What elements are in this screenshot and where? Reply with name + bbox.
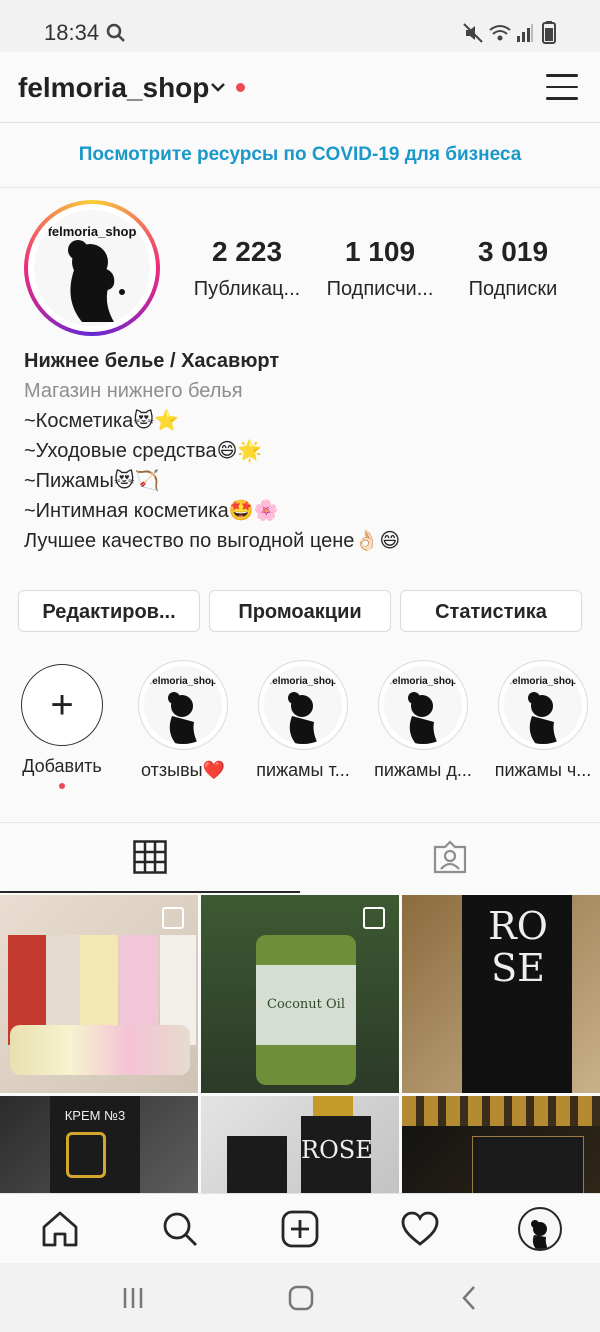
status-bar: 18:34 — [0, 0, 600, 52]
multi-post-icon — [162, 907, 184, 929]
highlight-add[interactable]: + Добавить — [7, 660, 117, 789]
bio-line: ~Косметика😻⭐ — [24, 410, 180, 432]
highlight-item[interactable]: felmoria_shop пижамы ч... — [488, 660, 598, 781]
promotions-button[interactable]: Промоакции — [209, 590, 391, 632]
post-thumbnail[interactable]: ROSE — [201, 1096, 399, 1193]
recent-apps-icon[interactable] — [120, 1285, 146, 1311]
profile-category: Магазин нижнего белья — [24, 380, 243, 402]
home-button-icon[interactable] — [287, 1284, 315, 1312]
bio-line: Лучшее качество по выгодной цене👌🏻😄 — [24, 530, 401, 552]
woman-silhouette-icon — [528, 692, 558, 744]
woman-silhouette-icon — [168, 692, 198, 744]
mute-icon — [463, 23, 483, 43]
woman-silhouette-icon — [288, 692, 318, 744]
menu-button[interactable] — [546, 74, 578, 102]
tab-posts-grid[interactable] — [0, 823, 300, 893]
highlight-item[interactable]: felmoria_shop пижамы т... — [248, 660, 358, 781]
post-caption: ROSE — [301, 1136, 373, 1164]
search-icon[interactable] — [160, 1209, 200, 1249]
search-icon — [106, 23, 125, 42]
system-nav-bar — [0, 1263, 600, 1332]
profile-name: Нижнее белье / Хасавюрт — [24, 350, 280, 372]
bio-line: ~Пижамы😻🏹 — [24, 470, 160, 492]
home-icon[interactable] — [40, 1209, 80, 1249]
profile-header: felmoria_shop — [0, 52, 600, 123]
multi-post-icon — [363, 907, 385, 929]
tagged-icon — [433, 840, 467, 874]
wifi-icon — [489, 25, 511, 41]
covid-resources-link[interactable]: Посмотрите ресурсы по COVID-19 для бизне… — [0, 123, 600, 188]
profile-avatar[interactable] — [518, 1207, 562, 1251]
post-thumbnail[interactable] — [0, 895, 198, 1093]
post-caption: ROSE — [488, 904, 548, 990]
bio-line: ~Уходовые средства😄🌟 — [24, 440, 263, 462]
following-count[interactable]: 3 019 Подписки — [448, 236, 578, 301]
status-time: 18:34 — [44, 20, 100, 45]
new-post-icon[interactable] — [280, 1209, 320, 1249]
profile-bio: Нижнее белье / Хасавюрт Магазин нижнего … — [24, 346, 584, 556]
followers-count[interactable]: 1 109 Подписчи... — [315, 236, 445, 301]
chevron-down-icon[interactable] — [210, 82, 226, 94]
profile-avatar[interactable]: felmoria_shop — [24, 200, 160, 336]
post-caption: КРЕМ №3 — [64, 1108, 126, 1123]
highlight-item[interactable]: felmoria_shop пижамы д... — [368, 660, 478, 781]
post-caption: Coconut Oil — [267, 997, 345, 1012]
woman-silhouette-icon — [68, 240, 125, 322]
woman-silhouette-icon — [408, 692, 438, 744]
grid-icon — [133, 840, 167, 874]
battery-icon — [542, 21, 556, 44]
woman-silhouette-icon — [531, 1220, 548, 1249]
post-thumbnail[interactable]: ROSE — [402, 895, 600, 1093]
post-thumbnail[interactable] — [402, 1096, 600, 1193]
plus-icon: + — [50, 683, 74, 727]
highlight-item[interactable]: felmoria_shop отзывы❤️ — [128, 660, 238, 781]
edit-profile-button[interactable]: Редактиров... — [18, 590, 200, 632]
post-thumbnail[interactable]: Coconut Oil — [201, 895, 399, 1093]
tab-tagged[interactable] — [300, 823, 600, 891]
profile-tabs — [0, 822, 600, 893]
notification-dot — [59, 783, 65, 789]
insights-button[interactable]: Статистика — [400, 590, 582, 632]
bio-line: ~Интимная косметика🤩🌸 — [24, 500, 279, 522]
bottom-nav — [0, 1193, 600, 1264]
back-icon[interactable] — [460, 1284, 480, 1312]
notification-dot — [236, 83, 245, 92]
account-switcher[interactable]: felmoria_shop — [18, 72, 209, 104]
signal-icon — [517, 24, 533, 42]
posts-grid: Coconut Oil ROSE КРЕМ №3 ROSE — [0, 893, 600, 1193]
activity-heart-icon[interactable] — [400, 1209, 440, 1249]
posts-count[interactable]: 2 223 Публикац... — [182, 236, 312, 301]
post-thumbnail[interactable]: КРЕМ №3 — [0, 1096, 198, 1193]
